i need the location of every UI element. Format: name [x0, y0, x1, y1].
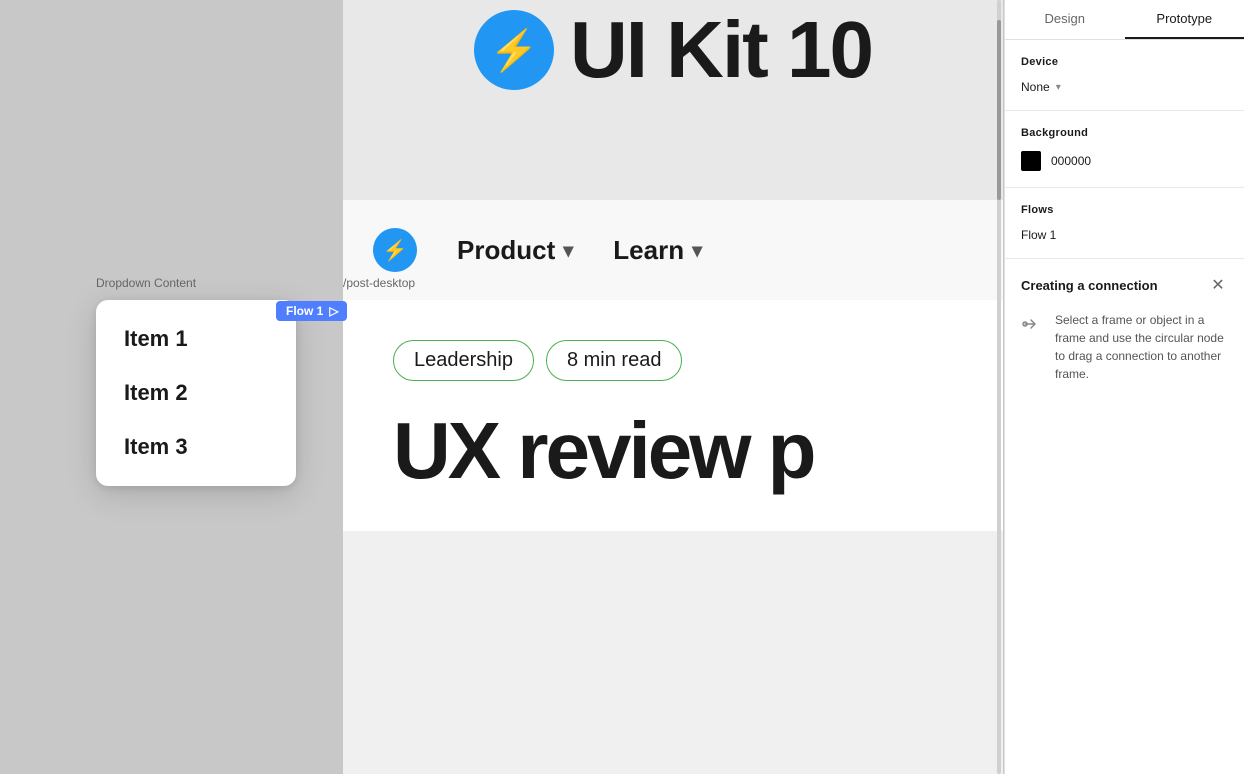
logo-area: ⚡ UI Kit 10 [474, 4, 872, 96]
scrollbar[interactable] [997, 0, 1001, 774]
device-section: Device None ▾ [1005, 40, 1244, 111]
headline-area: UX review p [343, 411, 1003, 531]
product-chevron-icon: ▾ [563, 238, 573, 263]
connection-panel: Creating a connection ✕ Select a frame o… [1005, 259, 1244, 774]
bolt-icon: ⚡ [489, 27, 539, 74]
frame-headline: UX review p [393, 411, 953, 491]
connection-arrow-icon [1021, 313, 1043, 340]
tag-leadership: Leadership [393, 340, 534, 381]
flow-badge-text: Flow 1 [286, 304, 323, 318]
nav-item-product[interactable]: Product ▾ [457, 235, 573, 266]
canvas: ⚡ UI Kit 10 ⚡ Product ▾ Learn ▾ Lead [0, 0, 1004, 774]
tags-row: Leadership 8 min read [393, 340, 953, 381]
dropdown-item-3[interactable]: Item 3 [96, 420, 296, 474]
frame-hero: ⚡ UI Kit 10 [343, 0, 1003, 100]
tab-prototype[interactable]: Prototype [1125, 0, 1244, 39]
scrollbar-thumb[interactable] [997, 20, 1001, 200]
dropdown-popup: Item 1 Item 2 Item 3 [96, 300, 296, 486]
dropdown-item-2[interactable]: Item 2 [96, 366, 296, 420]
connection-header: Creating a connection ✕ [1021, 275, 1228, 295]
background-section: Background 000000 [1005, 111, 1244, 188]
prototype-tab-label: Prototype [1156, 11, 1212, 26]
nav-learn-label: Learn [613, 235, 684, 266]
flow-item[interactable]: Flow 1 [1021, 228, 1228, 242]
tag-read-time: 8 min read [546, 340, 683, 381]
dropdown-item-1[interactable]: Item 1 [96, 312, 296, 366]
learn-chevron-icon: ▾ [692, 238, 702, 263]
logo-circle: ⚡ [474, 10, 554, 90]
connection-body: Select a frame or object in a frame and … [1021, 311, 1228, 383]
device-chevron-icon: ▾ [1056, 82, 1061, 93]
tab-design[interactable]: Design [1005, 0, 1125, 39]
design-tab-label: Design [1045, 11, 1085, 26]
background-title: Background [1021, 127, 1228, 139]
device-dropdown[interactable]: None ▾ [1021, 80, 1228, 94]
device-title: Device [1021, 56, 1228, 68]
nav-logo[interactable]: ⚡ [373, 228, 417, 272]
flow-arrow-icon: ▷ [329, 304, 338, 318]
frame-mid [343, 100, 1003, 200]
device-value: None [1021, 80, 1050, 94]
path-label: /post-desktop [343, 276, 415, 290]
connection-title: Creating a connection [1021, 278, 1158, 293]
color-swatch[interactable] [1021, 151, 1041, 171]
background-row[interactable]: 000000 [1021, 151, 1228, 171]
hero-text: UI Kit 10 [570, 4, 872, 96]
nav-item-learn[interactable]: Learn ▾ [613, 235, 702, 266]
right-panel: Design Prototype Device None ▾ Backgroun… [1004, 0, 1244, 774]
connection-description: Select a frame or object in a frame and … [1055, 311, 1228, 383]
nav-product-label: Product [457, 235, 555, 266]
panel-tabs: Design Prototype [1005, 0, 1244, 40]
flow-badge: Flow 1 ▷ [276, 301, 347, 321]
close-button[interactable]: ✕ [1208, 275, 1228, 295]
color-value: 000000 [1051, 154, 1091, 168]
dropdown-content-label: Dropdown Content [96, 276, 196, 290]
frame-body: Leadership 8 min read [343, 300, 1003, 411]
design-frame: ⚡ UI Kit 10 ⚡ Product ▾ Learn ▾ Lead [343, 0, 1003, 774]
flows-title: Flows [1021, 204, 1228, 216]
frame-nav: ⚡ Product ▾ Learn ▾ [343, 200, 1003, 300]
flows-section: Flows Flow 1 [1005, 188, 1244, 259]
